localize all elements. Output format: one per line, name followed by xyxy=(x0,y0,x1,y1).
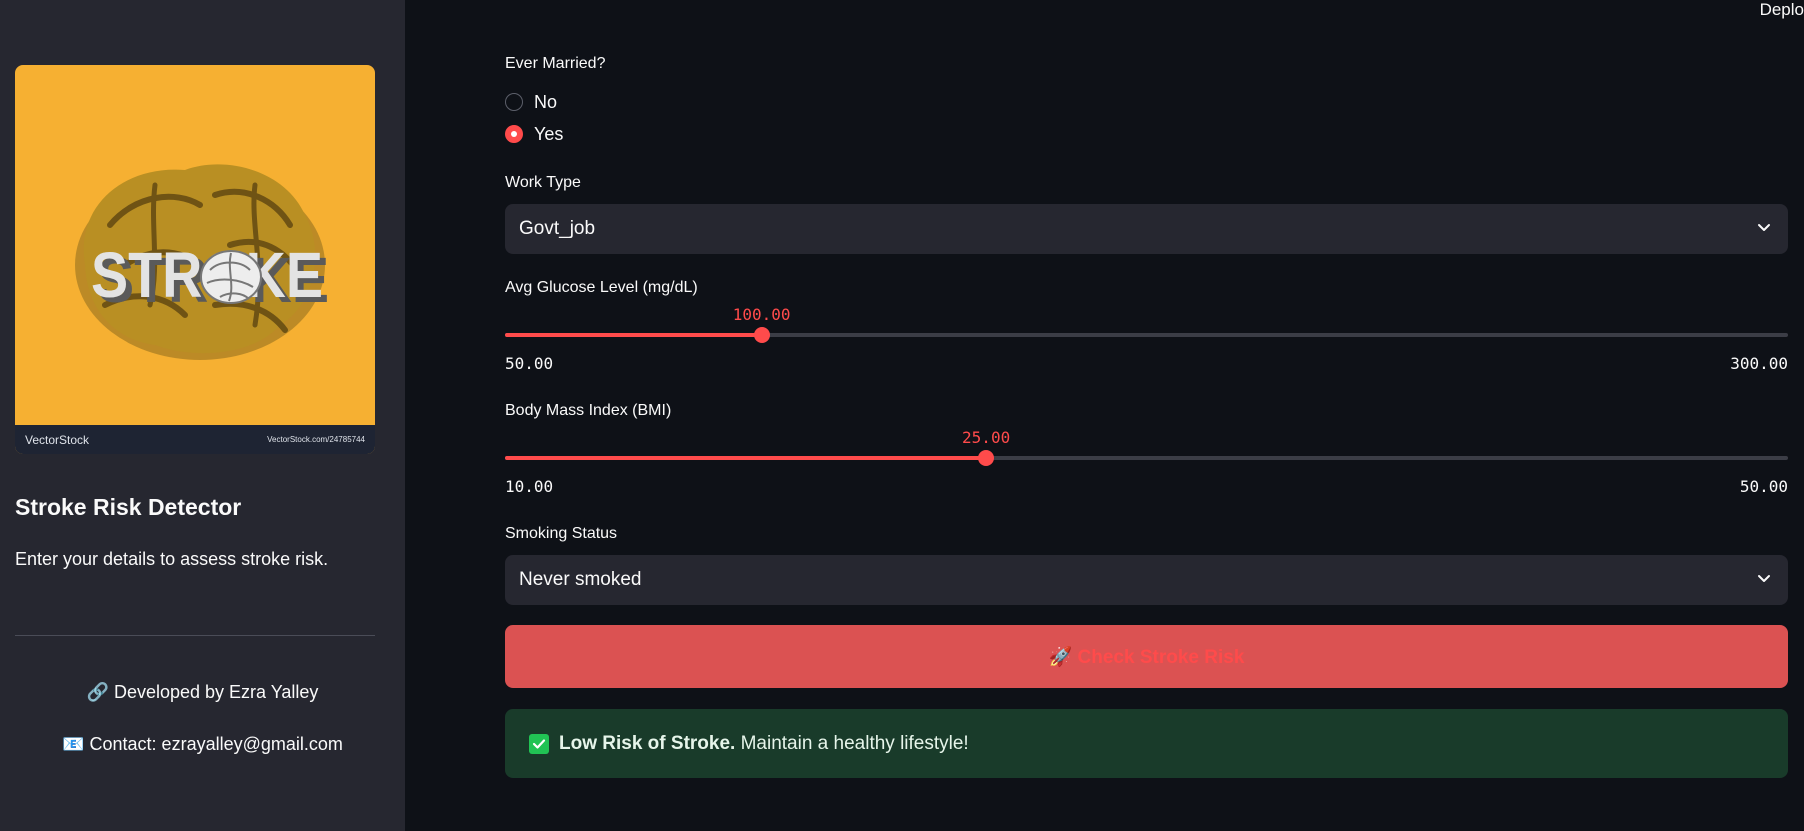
radio-circle-yes[interactable] xyxy=(505,125,523,143)
chevron-down-icon xyxy=(1758,575,1770,582)
contact-text: 📧 Contact: ezrayalley@gmail.com xyxy=(62,734,343,754)
bmi-slider-min: 10.00 xyxy=(505,477,554,496)
logo-watermark-bar: VectorStock VectorStock.com/24785744 xyxy=(15,425,375,454)
radio-circle-no[interactable] xyxy=(505,93,523,111)
ever-married-label: Ever Married? xyxy=(505,55,606,72)
result-message: Maintain a healthy lifestyle! xyxy=(735,732,969,754)
watermark-url: VectorStock.com/24785744 xyxy=(267,435,365,444)
glucose-slider[interactable] xyxy=(505,327,1788,343)
bmi-slider[interactable] xyxy=(505,450,1788,466)
bmi-slider-thumb[interactable] xyxy=(978,450,995,466)
check-stroke-risk-label: 🚀 Check Stroke Risk xyxy=(1048,646,1245,668)
glucose-label: Avg Glucose Level (mg/dL) xyxy=(505,279,698,296)
radio-label-yes: Yes xyxy=(534,123,564,144)
smoking-status-value: Never smoked xyxy=(519,569,642,590)
work-type-value: Govt_job xyxy=(519,218,596,239)
bmi-slider-max: 50.00 xyxy=(1739,477,1788,496)
chevron-down-icon xyxy=(1758,224,1770,231)
check-stroke-risk-button[interactable]: 🚀 Check Stroke Risk xyxy=(505,625,1788,688)
radio-label-no: No xyxy=(534,91,558,112)
sidebar-divider xyxy=(15,635,375,636)
glucose-slider-fill xyxy=(505,333,762,337)
smoking-status-label: Smoking Status xyxy=(505,525,618,542)
radio-option-yes[interactable]: Yes xyxy=(505,122,563,146)
sidebar-description: Enter your details to assess stroke risk… xyxy=(15,549,329,569)
work-type-select[interactable]: Govt_job xyxy=(505,204,1788,254)
sidebar: STROKE STROKE VectorStock VectorStock.co… xyxy=(0,0,405,831)
result-headline: Low Risk of Stroke. xyxy=(559,732,736,754)
check-mark-icon xyxy=(529,733,549,754)
sidebar-title: Stroke Risk Detector xyxy=(15,494,242,520)
bmi-label: Body Mass Index (BMI) xyxy=(505,402,672,419)
stroke-logo-image: STROKE STROKE VectorStock VectorStock.co… xyxy=(15,65,375,454)
glucose-slider-min: 50.00 xyxy=(505,354,554,373)
bmi-slider-fill xyxy=(505,456,987,460)
result-success-alert: Low Risk of Stroke. Maintain a healthy l… xyxy=(505,709,1788,778)
developed-by-text: 🔗 Developed by Ezra Yalley xyxy=(86,682,319,702)
glucose-slider-thumb[interactable] xyxy=(753,327,770,343)
watermark-brand: VectorStock xyxy=(25,433,90,447)
radio-option-no[interactable]: No xyxy=(505,90,557,114)
smoking-status-select[interactable]: Never smoked xyxy=(505,555,1788,605)
work-type-label: Work Type xyxy=(505,174,581,191)
glucose-slider-max: 300.00 xyxy=(1730,354,1788,373)
brain-stroke-illustration: STROKE STROKE xyxy=(75,164,329,360)
bmi-slider-value: 25.00 xyxy=(962,428,1011,447)
glucose-slider-value: 100.00 xyxy=(732,305,791,324)
deploy-button[interactable]: Deplo xyxy=(1760,0,1804,20)
